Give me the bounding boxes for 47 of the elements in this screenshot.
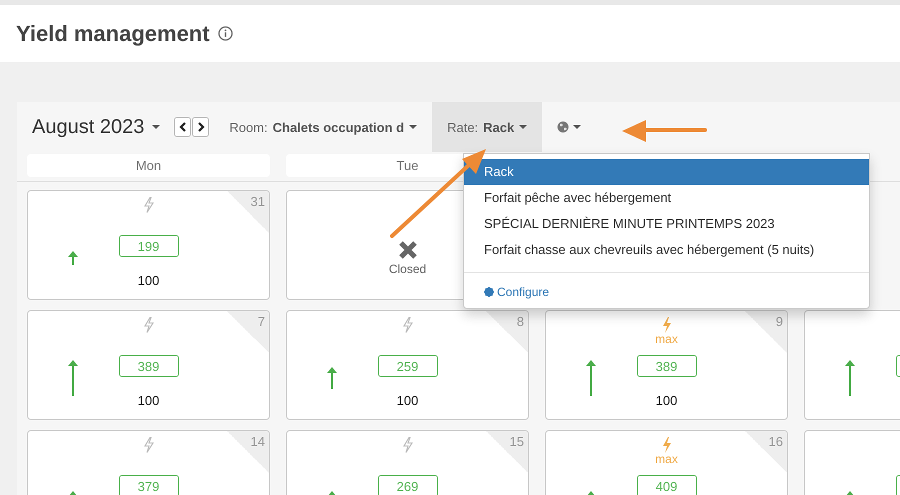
day-card[interactable]: 16 max 409 <box>545 430 788 495</box>
price-field[interactable]: 409 <box>636 475 696 495</box>
day-card[interactable]: 8 259 100 <box>286 310 529 420</box>
globe-icon <box>557 121 570 133</box>
price-field[interactable]: 379 <box>118 475 178 495</box>
price-field[interactable]: 389 <box>636 355 696 377</box>
up-arrow-icon <box>68 251 78 265</box>
up-arrow-icon <box>68 360 78 396</box>
occupancy-value: 100 <box>396 392 420 410</box>
occupancy-value: 100 <box>654 392 678 410</box>
price-field[interactable]: 389 <box>118 355 178 377</box>
room-dropdown[interactable]: Room: Chalets occupation d <box>214 102 432 152</box>
price-field[interactable]: 269 <box>378 475 438 495</box>
occupancy-value: 100 <box>136 392 160 410</box>
up-arrow-icon <box>845 360 856 396</box>
page-title: Yield management <box>16 20 210 46</box>
month-dropdown[interactable]: August 2023 <box>32 102 160 152</box>
next-button[interactable] <box>192 117 210 137</box>
day-number: 8 <box>486 311 528 353</box>
previous-button[interactable] <box>174 117 192 137</box>
day-card[interactable]: 31 199 100 <box>27 190 270 300</box>
day-number: 16 <box>745 431 787 473</box>
up-arrow-icon <box>327 367 338 389</box>
day-card[interactable]: 7 389 100 <box>27 310 270 420</box>
max-label: max <box>655 333 678 346</box>
up-arrow-icon <box>586 360 596 396</box>
max-label: max <box>655 453 678 466</box>
close-icon <box>398 240 418 260</box>
rate-dropdown[interactable]: Rate: Rack <box>432 102 542 152</box>
price-field[interactable]: 259 <box>378 355 438 377</box>
day-card[interactable]: 9 max 389 100 <box>545 310 788 420</box>
chevron-left-icon <box>178 122 187 132</box>
occupancy-value: 100 <box>136 272 160 290</box>
menu-item[interactable]: Rack <box>464 159 869 185</box>
day-number: 7 <box>227 311 269 353</box>
day-card[interactable]: 14 379 <box>27 430 270 495</box>
day-card[interactable]: 15 269 <box>286 430 529 495</box>
chevron-right-icon <box>196 122 205 132</box>
day-number: 15 <box>486 431 528 473</box>
info-icon[interactable] <box>218 26 233 41</box>
closed-label: Closed <box>388 262 426 276</box>
price-field[interactable]: 199 <box>118 235 178 257</box>
gear-icon <box>484 287 494 297</box>
day-number: 9 <box>745 311 787 353</box>
day-number: 31 <box>227 191 269 233</box>
day-number: 14 <box>227 431 269 473</box>
weekday-header: Mon <box>27 154 270 177</box>
